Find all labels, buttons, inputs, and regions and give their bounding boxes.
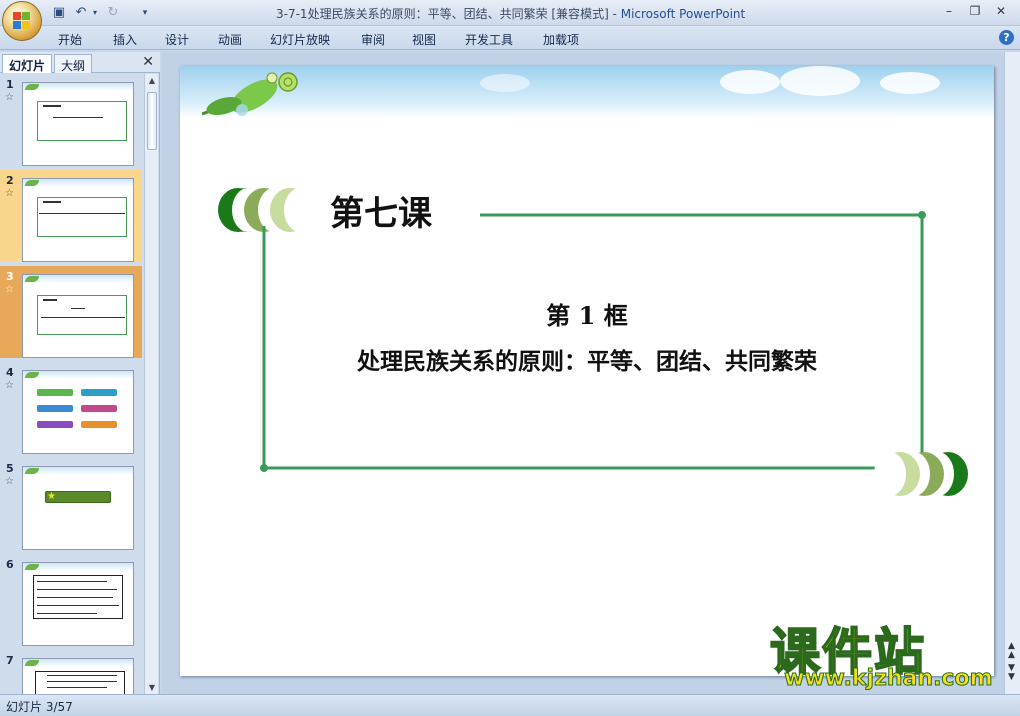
current-slide[interactable]: 第七课 第 1 框 处理民族关系的原则：平等、团结、共同繁荣 xyxy=(180,66,994,676)
thumbnails-scrollbar[interactable]: ▲ ▼ xyxy=(144,74,158,694)
slide-number: 2 xyxy=(6,174,14,187)
watermark-url: www.kjzhan.com xyxy=(784,666,994,692)
tab-outline[interactable]: 大纲 xyxy=(54,54,93,73)
tab-view[interactable]: 视图 xyxy=(412,31,436,48)
status-bar: 幻灯片 3/57 xyxy=(0,694,1020,716)
animation-star-icon: ☆ xyxy=(5,188,14,199)
slide-preview xyxy=(22,658,134,694)
slide-preview xyxy=(22,562,134,646)
tab-developer[interactable]: 开发工具 xyxy=(465,31,513,48)
animation-star-icon: ☆ xyxy=(5,380,14,391)
slide-preview xyxy=(22,82,134,166)
frame-number[interactable]: 第 1 框 xyxy=(180,296,994,331)
lesson-title[interactable]: 第七课 xyxy=(330,186,432,235)
slide-thumbnails: 1 ☆ 2 ☆ 3 ☆ 4 ☆ 5 ☆ ★ 6 7 xyxy=(0,74,142,694)
pane-close-icon[interactable]: ✕ xyxy=(142,54,154,70)
office-button[interactable] xyxy=(2,1,42,41)
slide-thumb-6[interactable]: 6 xyxy=(0,554,142,646)
slide-thumb-5[interactable]: 5 ☆ ★ xyxy=(0,458,142,550)
slide-thumb-2[interactable]: 2 ☆ xyxy=(0,170,142,262)
tab-animation[interactable]: 动画 xyxy=(218,31,242,48)
slide-scrollbar[interactable]: ▲ ▲ ▼ ▼ xyxy=(1004,52,1020,694)
help-icon[interactable]: ? xyxy=(999,30,1014,45)
redo-icon[interactable]: ↻ xyxy=(104,4,122,22)
tab-addins[interactable]: 加载项 xyxy=(543,31,579,48)
slide-number: 4 xyxy=(6,366,14,379)
title-bar: ▣ ↶ ▾ ↻ ▾ 3-7-1处理民族关系的原则：平等、团结、共同繁荣 [兼容模… xyxy=(0,0,1020,41)
scroll-up-icon[interactable]: ▲ xyxy=(147,76,157,85)
kjzhan-watermark-logo: 课件站 www.kjzhan.com xyxy=(769,612,1010,694)
slides-pane: 幻灯片 大纲 ✕ 1 ☆ 2 ☆ 3 ☆ 4 ☆ 5 ☆ ★ 6 7 ▲ ▼ xyxy=(0,52,160,694)
slide-thumb-1[interactable]: 1 ☆ xyxy=(0,74,142,166)
frame-title[interactable]: 处理民族关系的原则：平等、团结、共同繁荣 xyxy=(180,342,994,376)
tab-slideshow[interactable]: 幻灯片放映 xyxy=(270,31,330,48)
undo-dropdown-icon[interactable]: ▾ xyxy=(86,4,104,22)
slide-number: 5 xyxy=(6,462,14,475)
document-title: 3-7-1处理民族关系的原则：平等、团结、共同繁荣 [兼容模式] - xyxy=(276,7,621,21)
app-name: Microsoft PowerPoint xyxy=(620,7,746,21)
office-logo-icon xyxy=(13,12,31,30)
slide-thumb-4[interactable]: 4 ☆ xyxy=(0,362,142,454)
tab-home[interactable]: 开始 xyxy=(58,31,82,48)
animation-star-icon: ☆ xyxy=(5,284,14,295)
scroll-down-icon[interactable]: ▼ xyxy=(147,683,157,692)
pane-tabs: 幻灯片 大纲 ✕ xyxy=(0,52,160,73)
slide-number: 7 xyxy=(6,654,14,667)
slide-preview: ★ xyxy=(22,466,134,550)
scroll-thumb[interactable] xyxy=(147,92,157,150)
customize-toolbar-icon[interactable]: ▾ xyxy=(136,4,154,22)
slide-counter: 幻灯片 3/57 xyxy=(6,700,73,714)
tab-design[interactable]: 设计 xyxy=(165,31,189,48)
close-icon[interactable]: ✕ xyxy=(992,3,1010,19)
slide-number: 6 xyxy=(6,558,14,571)
slide-editor: 第七课 第 1 框 处理民族关系的原则：平等、团结、共同繁荣 xyxy=(162,52,1020,694)
tab-insert[interactable]: 插入 xyxy=(113,31,137,48)
animation-star-icon: ☆ xyxy=(5,476,14,487)
slide-thumb-3[interactable]: 3 ☆ xyxy=(0,266,142,358)
restore-icon[interactable]: ❐ xyxy=(966,3,984,19)
slide-thumb-7[interactable]: 7 xyxy=(0,650,142,694)
tab-review[interactable]: 审阅 xyxy=(361,31,385,48)
ribbon-tabs: 开始 插入 设计 动画 幻灯片放映 审阅 视图 开发工具 加载项 ? xyxy=(0,26,1020,50)
window-title: 3-7-1处理民族关系的原则：平等、团结、共同繁荣 [兼容模式] - Micro… xyxy=(276,5,745,22)
slide-preview xyxy=(22,370,134,454)
minimize-icon[interactable]: – xyxy=(940,3,958,19)
slide-number: 3 xyxy=(6,270,14,283)
tab-slides[interactable]: 幻灯片 xyxy=(2,54,53,73)
animation-star-icon: ☆ xyxy=(5,92,14,103)
slide-number: 1 xyxy=(6,78,14,91)
save-icon[interactable]: ▣ xyxy=(50,4,68,22)
slide-preview xyxy=(22,274,134,358)
slide-preview xyxy=(22,178,134,262)
